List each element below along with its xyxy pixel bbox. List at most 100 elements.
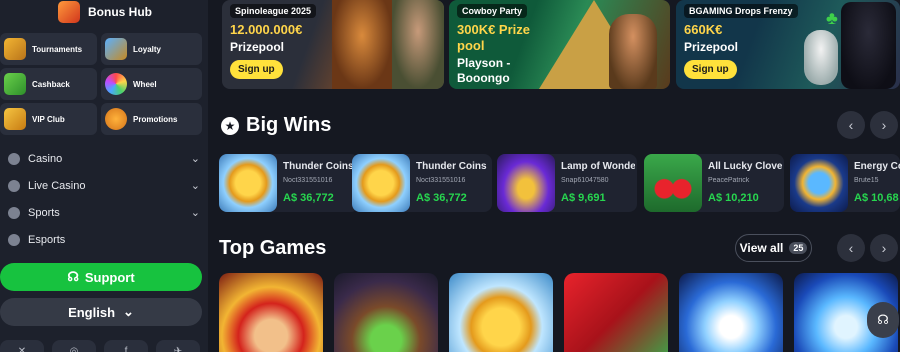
win-player: Brute15 (854, 177, 879, 184)
wheel-icon (105, 73, 127, 95)
ball-icon (8, 206, 20, 219)
win-game-name: Thunder Coins (416, 161, 487, 172)
lamp-of-wonders-thumb (497, 154, 555, 212)
language-label: English (68, 304, 116, 320)
thunder-coins-thumb (352, 154, 410, 212)
tile-label: Promotions (133, 114, 178, 124)
cashback-icon (4, 73, 26, 95)
game-tile-joker[interactable] (219, 273, 323, 352)
dice-icon (8, 152, 20, 165)
top-games-next-button[interactable]: › (870, 234, 898, 262)
signup-button[interactable]: Sign up (230, 60, 283, 79)
social-x-icon[interactable]: ✕ (0, 340, 44, 352)
language-selector[interactable]: English ⌄ (0, 298, 202, 326)
win-amount: A$ 36,772 (283, 192, 334, 204)
banner-prize: 660K€ (684, 22, 723, 37)
big-win-card[interactable]: Thunder Coins Noct331551016 A$ 36,772 (219, 154, 359, 212)
nav-label: Sports (28, 206, 60, 219)
win-amount: A$ 10,210 (708, 192, 759, 204)
tile-label: Loyalty (133, 44, 162, 54)
percent-icon (105, 108, 127, 130)
banner-bgaming-drops[interactable]: ♣ BGAMING Drops Frenzy 660K€ Prizepool S… (676, 0, 900, 89)
tile-label: Wheel (133, 79, 157, 89)
game-tile-coin-up[interactable] (679, 273, 783, 352)
cat-character-art (332, 0, 392, 89)
win-player: PeacePatrick (708, 177, 750, 184)
social-telegram-icon[interactable]: ✈ (156, 340, 200, 352)
support-button[interactable]: ☊ Support (0, 263, 202, 291)
banner-prize-label: Prizepool (684, 40, 739, 54)
nav-live-casino[interactable]: Live Casino ⌄ (0, 172, 208, 199)
star-icon: ★ (221, 117, 239, 135)
gift-icon (58, 1, 80, 23)
banner-prize-label: Prizepool (230, 40, 285, 54)
game-tile-thunder-coins[interactable] (449, 273, 553, 352)
tile-tournaments[interactable]: Tournaments (0, 33, 97, 65)
anubis-character-art (841, 2, 896, 89)
general-character-art (392, 0, 444, 89)
tile-label: VIP Club (32, 114, 65, 124)
win-player: Noct331551016 (283, 177, 333, 184)
big-win-card[interactable]: All Lucky Clover PeacePatrick A$ 10,210 (644, 154, 784, 212)
shield-icon (105, 38, 127, 60)
chevron-down-icon: ⌄ (123, 304, 134, 319)
view-all-label: View all (739, 241, 784, 255)
crown-icon (4, 108, 26, 130)
win-amount: A$ 9,691 (561, 192, 606, 204)
tile-promotions[interactable]: Promotions (101, 103, 202, 135)
big-wins-next-button[interactable]: › (870, 111, 898, 139)
tile-cashback[interactable]: Cashback (0, 68, 97, 100)
nav-esports[interactable]: Esports (0, 226, 208, 253)
top-games-prev-button[interactable]: ‹ (837, 234, 865, 262)
tile-label: Cashback (32, 79, 70, 89)
thunder-coins-thumb (219, 154, 277, 212)
trophy-icon (4, 38, 26, 60)
energy-coins-thumb (790, 154, 848, 212)
view-all-count-badge: 25 (789, 242, 808, 254)
top-games-title: Top Games (219, 237, 327, 259)
headset-icon: ☊ (67, 269, 79, 284)
banner-prize: 300K€ Prize pool (457, 22, 530, 53)
view-all-button[interactable]: View all 25 (735, 234, 812, 262)
win-amount: A$ 36,772 (416, 192, 467, 204)
bonus-hub-link[interactable]: Bonus Hub (48, 0, 208, 24)
nav-label: Casino (28, 152, 63, 165)
banner-cowboy-party[interactable]: Cowboy Party 300K€ Prize pool Playson - … (449, 0, 670, 89)
banner-provider: Playson - Booongo (457, 56, 511, 85)
banner-tag: BGAMING Drops Frenzy (684, 4, 798, 18)
win-game-name: All Lucky Clover (708, 161, 782, 172)
banner-spinoleague[interactable]: Spinoleague 2025 12.000.000€ Prizepool S… (222, 0, 444, 89)
bonus-hub-label: Bonus Hub (88, 5, 152, 19)
gamepad-icon (8, 233, 20, 246)
chevron-down-icon: ⌄ (190, 207, 200, 219)
win-player: Snap61047580 (561, 177, 609, 184)
big-win-card[interactable]: Thunder Coins Noct331551016 A$ 36,772 (352, 154, 492, 212)
game-tile-sevens[interactable] (564, 273, 668, 352)
live-icon (8, 179, 20, 192)
social-facebook-icon[interactable]: f (104, 340, 148, 352)
win-game-name: Energy Coins (854, 161, 900, 172)
nav-casino[interactable]: Casino ⌄ (0, 145, 208, 172)
win-amount: A$ 10,68 (854, 192, 899, 204)
tile-loyalty[interactable]: Loyalty (101, 33, 202, 65)
support-label: Support (84, 269, 135, 285)
banner-tag: Cowboy Party (457, 4, 528, 18)
sidebar: Bonus Hub Tournaments Loyalty Cashback W… (0, 0, 208, 352)
big-wins-title: Big Wins (246, 114, 332, 136)
tile-vip-club[interactable]: VIP Club (0, 103, 97, 135)
big-wins-prev-button[interactable]: ‹ (837, 111, 865, 139)
big-win-card[interactable]: Lamp of Wonders Snap61047580 A$ 9,691 (497, 154, 637, 212)
win-player: Noct331551016 (416, 177, 466, 184)
signup-button[interactable]: Sign up (684, 60, 737, 79)
game-tile-cowboy[interactable] (334, 273, 438, 352)
banner-tag: Spinoleague 2025 (230, 4, 317, 18)
cherry-thumb (644, 154, 702, 212)
social-discord-icon[interactable]: ◎ (52, 340, 96, 352)
cowboy-character-art (609, 14, 657, 89)
tile-wheel[interactable]: Wheel (101, 68, 202, 100)
win-game-name: Lamp of Wonders (561, 161, 635, 172)
banner-prize: 12.000.000€ (230, 22, 303, 37)
big-win-card[interactable]: Energy Coins Brute15 A$ 10,68 (790, 154, 900, 212)
nav-sports[interactable]: Sports ⌄ (0, 199, 208, 226)
live-chat-button[interactable]: ☊ (867, 302, 899, 338)
